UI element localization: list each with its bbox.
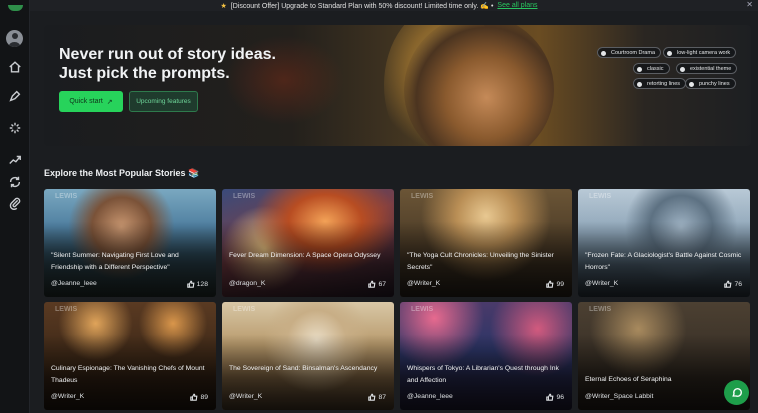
close-icon[interactable]: ✕ (746, 0, 753, 9)
card-title: Fever Dream Dimension: A Space Opera Ody… (229, 252, 381, 259)
story-card[interactable]: LEWIS Fever Dream Dimension: A Space Ope… (222, 189, 394, 297)
watermark: LEWIS (411, 193, 434, 200)
likes-count: 87 (378, 393, 386, 401)
tag-classic[interactable]: classic (633, 63, 670, 74)
card-title: "Frozen Fate: A Glaciologist's Battle Ag… (585, 252, 742, 271)
tag-punchy-lines[interactable]: punchy lines (685, 78, 736, 89)
card-likes[interactable]: 87 (368, 393, 386, 401)
card-title: Culinary Espionage: The Vanishing Chefs … (51, 365, 205, 384)
card-title: "The Yoga Cult Chronicles: Unveiling the… (407, 252, 554, 271)
card-author[interactable]: @Writer_K (585, 280, 618, 287)
watermark: LEWIS (55, 193, 78, 200)
cycle-icon[interactable] (8, 175, 22, 189)
card-likes[interactable]: 99 (546, 280, 564, 288)
upcoming-features-button[interactable]: Upcoming features (129, 91, 198, 112)
card-likes[interactable]: 67 (368, 280, 386, 288)
watermark: LEWIS (55, 306, 78, 313)
story-card[interactable]: LEWIS "Frozen Fate: A Glaciologist's Bat… (578, 189, 750, 297)
likes-count: 128 (196, 280, 208, 288)
likes-count: 76 (734, 280, 742, 288)
card-author[interactable]: @dragon_K (229, 280, 265, 287)
watermark: LEWIS (233, 193, 256, 200)
thumbs-up-icon (368, 280, 376, 288)
thumbs-up-icon (190, 393, 198, 401)
hero-portrait-image (404, 25, 554, 146)
sparkle-icon[interactable] (8, 121, 22, 135)
card-author[interactable]: @Writer_K (229, 393, 262, 400)
story-card[interactable]: LEWIS "Silent Summer: Navigating First L… (44, 189, 216, 297)
tag-existential-theme[interactable]: existential theme (676, 63, 738, 74)
watermark: LEWIS (233, 306, 256, 313)
pen-icon[interactable] (8, 89, 22, 103)
hero-headline-line1: Never run out of story ideas. (59, 46, 276, 63)
hero-headline-line2: Just pick the prompts. (59, 65, 230, 82)
tag-retorting-lines[interactable]: retorting lines (633, 78, 687, 89)
thumbs-up-icon (724, 280, 732, 288)
tag-courtroom-drama[interactable]: Courtroom Drama (597, 47, 662, 58)
thumbs-up-icon (546, 280, 554, 288)
chat-support-button[interactable] (724, 380, 749, 405)
tag-low-light-camera-work[interactable]: low-light camera work (663, 47, 737, 58)
card-likes[interactable]: 76 (724, 280, 742, 288)
chat-icon (731, 387, 742, 397)
card-likes[interactable]: 89 (190, 393, 208, 401)
likes-count: 89 (200, 393, 208, 401)
section-title: Explore the Most Popular Stories 📚 (44, 168, 200, 178)
likes-count: 67 (378, 280, 386, 288)
upcoming-features-label: Upcoming features (136, 98, 191, 105)
star-icon: ★ (220, 2, 227, 10)
logo[interactable] (8, 5, 23, 11)
card-author[interactable]: @Writer_K (51, 393, 84, 400)
card-author[interactable]: @Jeanne_leee (51, 280, 97, 287)
watermark: LEWIS (589, 306, 612, 313)
card-title: "Silent Summer: Navigating First Love an… (51, 252, 179, 271)
trending-icon[interactable] (8, 153, 22, 167)
paperclip-icon[interactable] (8, 196, 22, 211)
card-likes[interactable]: 96 (546, 393, 564, 401)
thumbs-up-icon (186, 280, 195, 288)
card-likes[interactable]: 128 (186, 280, 208, 288)
hero-banner: Never run out of story ideas. Just pick … (44, 25, 751, 146)
quick-start-button[interactable]: Quick start ↗ (59, 91, 123, 112)
card-author[interactable]: @Writer_Space Labbit (585, 393, 653, 400)
hero-headline: Never run out of story ideas. Just pick … (59, 45, 276, 83)
card-author[interactable]: @Jeanne_leee (407, 393, 453, 400)
card-author[interactable]: @Writer_K (407, 280, 440, 287)
home-icon[interactable] (8, 60, 22, 74)
promo-text: [Discount Offer] Upgrade to Standard Pla… (230, 2, 494, 10)
likes-count: 96 (556, 393, 564, 401)
story-card[interactable]: LEWIS "The Yoga Cult Chronicles: Unveili… (400, 189, 572, 297)
card-title: Whispers of Tokyo: A Librarian's Quest t… (407, 365, 559, 384)
promo-banner: ★ [Discount Offer] Upgrade to Standard P… (0, 0, 758, 11)
story-card[interactable]: LEWIS Culinary Espionage: The Vanishing … (44, 302, 216, 410)
story-card[interactable]: LEWIS Whispers of Tokyo: A Librarian's Q… (400, 302, 572, 410)
card-title: Eternal Echoes of Seraphina (585, 376, 672, 383)
quick-start-label: Quick start (69, 98, 103, 105)
see-all-plans-link[interactable]: See all plans (497, 2, 537, 9)
arrow-up-right-icon: ↗ (106, 98, 113, 106)
story-card[interactable]: LEWIS The Sovereign of Sand: Binsalman's… (222, 302, 394, 410)
likes-count: 99 (556, 280, 564, 288)
watermark: LEWIS (589, 193, 612, 200)
avatar[interactable] (6, 30, 23, 47)
thumbs-up-icon (368, 393, 376, 401)
sidebar (0, 0, 30, 413)
watermark: LEWIS (411, 306, 434, 313)
card-title: The Sovereign of Sand: Binsalman's Ascen… (229, 365, 378, 372)
thumbs-up-icon (546, 393, 554, 401)
